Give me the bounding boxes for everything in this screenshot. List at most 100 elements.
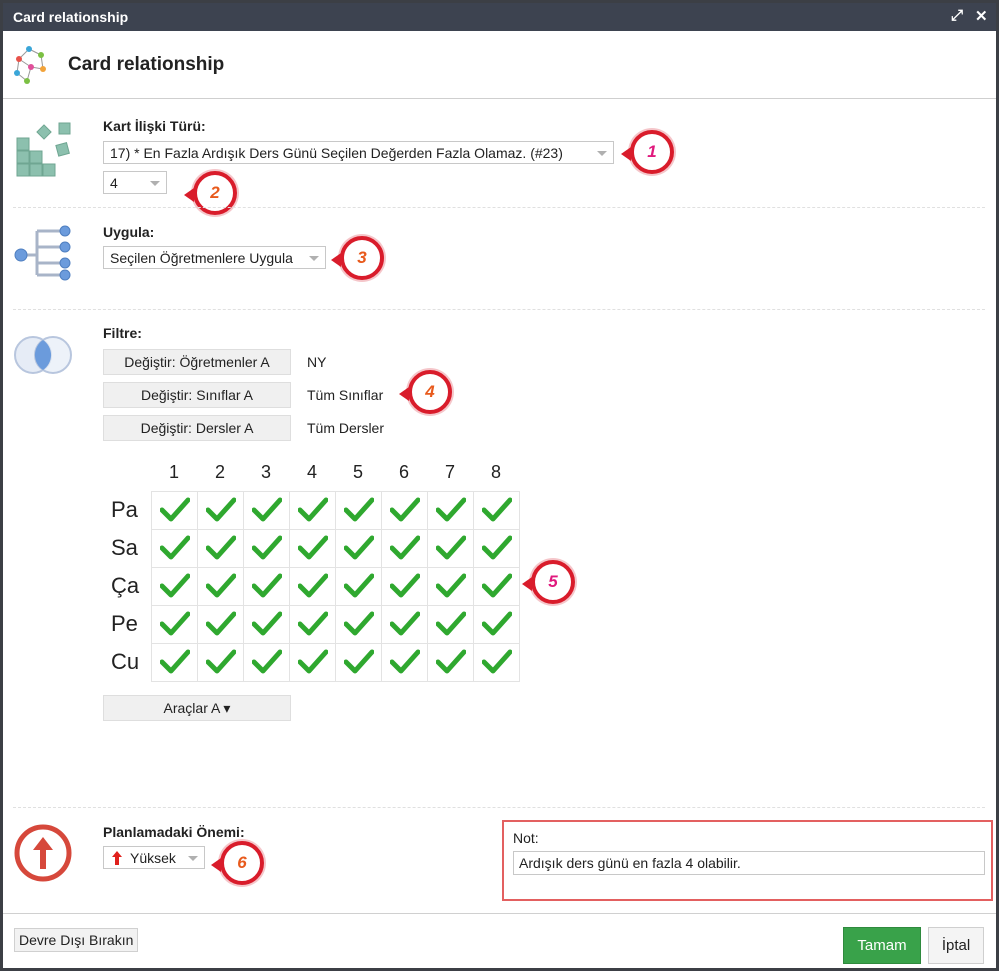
grid-cell[interactable] [197, 643, 244, 682]
grid-cell[interactable] [473, 567, 520, 606]
checkmark-icon [251, 573, 282, 598]
grid-column-header: 8 [490, 462, 501, 482]
checkmark-icon [435, 611, 466, 636]
checkmark-icon [159, 649, 190, 674]
cancel-button[interactable]: İptal [928, 927, 984, 964]
note-label: Not: [513, 830, 539, 846]
grid-cell[interactable] [289, 605, 336, 644]
grid-cell[interactable] [335, 605, 382, 644]
grid-cell[interactable] [289, 567, 336, 606]
relation-count-select[interactable]: 4 [103, 171, 167, 194]
change-classes-button[interactable]: Değiştir: Sınıflar A [103, 382, 291, 408]
grid-cell[interactable] [335, 567, 382, 606]
classes-filter-value: Tüm Sınıflar [307, 387, 384, 403]
availability-grid [151, 491, 520, 682]
checkmark-icon [159, 573, 190, 598]
checkmark-icon [297, 611, 328, 636]
checkmark-icon [343, 535, 374, 560]
grid-cell[interactable] [151, 567, 198, 606]
grid-cell[interactable] [151, 529, 198, 568]
chevron-down-icon [150, 181, 160, 186]
checkmark-icon [343, 497, 374, 522]
grid-column-header: 6 [398, 462, 409, 482]
note-input[interactable] [513, 851, 985, 875]
grid-cell[interactable] [289, 643, 336, 682]
grid-cell[interactable] [427, 605, 474, 644]
dialog-window: Card relationship ⤢ ✕ Card relationship [0, 0, 999, 971]
grid-column-header: 1 [168, 462, 179, 482]
callout-badge-2: 2 [184, 171, 237, 215]
apply-select[interactable]: Seçilen Öğretmenlere Uygula [103, 246, 326, 269]
grid-cell[interactable] [197, 605, 244, 644]
grid-cell[interactable] [289, 529, 336, 568]
grid-row [151, 605, 520, 644]
ok-button[interactable]: Tamam [843, 927, 921, 964]
grid-cell[interactable] [427, 491, 474, 530]
importance-value: Yüksek [130, 850, 176, 866]
filter-label: Filtre: [103, 325, 142, 341]
grid-column-header: 7 [444, 462, 455, 482]
grid-cell[interactable] [243, 529, 290, 568]
callout-badge-4: 4 [399, 370, 452, 414]
grid-cell[interactable] [473, 643, 520, 682]
grid-cell[interactable] [381, 643, 428, 682]
disable-button[interactable]: Devre Dışı Bırakın [14, 928, 139, 952]
apply-label: Uygula: [103, 224, 155, 240]
checkmark-icon [205, 535, 236, 560]
checkmark-icon [205, 497, 236, 522]
grid-cell[interactable] [151, 643, 198, 682]
importance-label: Planlamadaki Önemi: [103, 824, 245, 840]
up-arrow-icon [112, 851, 122, 865]
grid-cell[interactable] [473, 491, 520, 530]
title-bar: Card relationship ⤢ ✕ [3, 3, 996, 31]
callout-badge-3: 3 [331, 236, 384, 280]
maximize-icon[interactable]: ⤢ [951, 7, 963, 24]
grid-cell[interactable] [427, 643, 474, 682]
grid-cell[interactable] [427, 567, 474, 606]
grid-cell[interactable] [381, 605, 428, 644]
change-subjects-button[interactable]: Değiştir: Dersler A [103, 415, 291, 441]
checkmark-icon [481, 497, 512, 522]
change-teachers-button[interactable]: Değiştir: Öğretmenler A [103, 349, 291, 375]
grid-cell[interactable] [381, 567, 428, 606]
grid-cell[interactable] [243, 491, 290, 530]
grid-cell[interactable] [197, 567, 244, 606]
checkmark-icon [481, 611, 512, 636]
grid-cell[interactable] [197, 491, 244, 530]
grid-column-header: 3 [260, 462, 271, 482]
grid-cell[interactable] [335, 529, 382, 568]
grid-cell[interactable] [381, 529, 428, 568]
checkmark-icon [297, 573, 328, 598]
dialog-header: Card relationship [3, 31, 996, 99]
checkmark-icon [205, 611, 236, 636]
grid-cell[interactable] [151, 491, 198, 530]
grid-column-header: 2 [214, 462, 225, 482]
grid-cell[interactable] [151, 605, 198, 644]
grid-cell[interactable] [289, 491, 336, 530]
grid-cell[interactable] [473, 605, 520, 644]
checkmark-icon [389, 497, 420, 522]
importance-arrow-icon [14, 824, 72, 882]
grid-cell[interactable] [381, 491, 428, 530]
grid-cell[interactable] [335, 491, 382, 530]
checkmark-icon [389, 611, 420, 636]
grid-cell[interactable] [473, 529, 520, 568]
subjects-filter-value: Tüm Dersler [307, 420, 385, 436]
importance-select[interactable]: Yüksek [103, 846, 205, 869]
window-title: Card relationship [13, 9, 129, 25]
grid-cell[interactable] [335, 643, 382, 682]
relation-type-select[interactable]: 17) * En Fazla Ardışık Ders Günü Seçilen… [103, 141, 614, 164]
close-icon[interactable]: ✕ [975, 7, 988, 25]
tools-menu-button[interactable]: Araçlar A ▾ [103, 695, 291, 721]
grid-cell[interactable] [243, 605, 290, 644]
grid-cell[interactable] [427, 529, 474, 568]
grid-cell[interactable] [243, 643, 290, 682]
venn-diagram-icon [14, 336, 72, 374]
dialog-footer: Devre Dışı Bırakın Tamam İptal [3, 913, 996, 968]
grid-cell[interactable] [243, 567, 290, 606]
grid-row [151, 643, 520, 682]
checkmark-icon [297, 535, 328, 560]
grid-cell[interactable] [197, 529, 244, 568]
grid-row-label: Pa [111, 497, 138, 522]
checkmark-icon [251, 649, 282, 674]
